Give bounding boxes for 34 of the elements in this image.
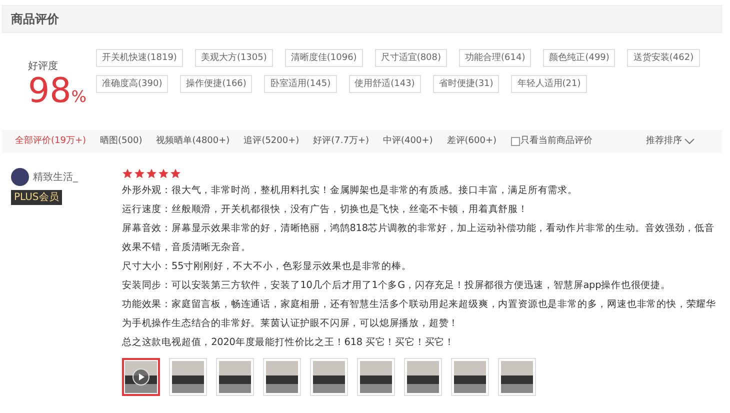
- tag-chip[interactable]: 年轻人适用(21): [511, 75, 587, 93]
- tag-chip[interactable]: 美观大方(1305): [194, 49, 273, 67]
- tag-chip[interactable]: 操作便捷(166): [180, 75, 252, 93]
- tag-chip[interactable]: 尺寸适宜(808): [374, 49, 448, 67]
- review-text: 功能效果：家庭留言板，畅连通话，家庭相册，还有智慧生活多个联动用起来超级爽，内置资源也是非常的多，网速也非常的快，荣耀华为手机操作生态结合的非常好。莱茵认证护眼不闪屏，可以熄屏播放，超赞！: [122, 298, 718, 331]
- checkbox-label[interactable]: 只看当前商品评价: [520, 134, 593, 148]
- review-text: 外形外观：很大气，非常时尚，整机用料扎实！金属脚架也是非常的有质感。接口丰富，满足所有需求。: [122, 184, 578, 198]
- member-badge: PLUS会员: [11, 190, 62, 205]
- tag-chip[interactable]: 开关机快速(1819): [96, 49, 183, 67]
- section-title: 商品评价: [11, 11, 59, 28]
- tag-chip[interactable]: 卧室适用(145): [264, 75, 337, 93]
- tag-chip[interactable]: 省时便捷(31): [432, 75, 500, 93]
- filter-tab[interactable]: 好评(7.7万+): [313, 134, 370, 148]
- filter-tab[interactable]: 差评(600+): [446, 134, 497, 148]
- tag-chip[interactable]: 功能合理(614): [459, 49, 532, 67]
- tag-chip[interactable]: 清晰度佳(1096): [284, 49, 363, 67]
- tag-chip[interactable]: 送货安装(462): [627, 49, 700, 67]
- rating-label: 好评度: [28, 60, 59, 74]
- sort-dropdown[interactable]: 推荐排序: [646, 134, 682, 148]
- tag-chip[interactable]: 准确度高(390): [96, 75, 168, 93]
- filter-tab[interactable]: 追评(5200+): [244, 134, 300, 148]
- filter-tab[interactable]: 晒图(500): [100, 134, 142, 148]
- review-text: 安装同步：可以安装第三方软件，安装了10几个后才用了1个多G，闪存充足！投屏都很方便迅速，智慧屏app操作也很便捷。: [122, 279, 672, 293]
- review-text: 尺寸大小：55寸刚刚好，不大不小，色彩显示效果也是非常的棒。: [122, 260, 412, 274]
- filter-tab[interactable]: 全部评价(19万+): [15, 134, 86, 148]
- user-name: 精致生活_: [33, 170, 78, 184]
- review-text: 总之这款电视超值，2020年度最能打性价比之王！618 买它！买它！买它！: [122, 336, 456, 350]
- review-text: 运行速度：丝般顺滑，开关机都很快，没有广告，切换也是飞快，丝毫不卡顿，用着真舒服！: [122, 203, 529, 217]
- rating-value: 98%: [28, 74, 86, 109]
- filter-tab[interactable]: 视频晒单(4800+): [156, 134, 230, 148]
- tag-chip[interactable]: 颜色纯正(499): [543, 49, 616, 67]
- review-text: 屏幕音效：屏幕显示效果非常的好，清晰艳丽，鸿鹄818芯片调教的非常好，加上运动补偿功能，看动作片非常的生动。音效强劲，低音效果不错，音质清晰无杂音。: [122, 222, 716, 255]
- tag-chip[interactable]: 使用舒适(143): [348, 75, 421, 93]
- filter-tab[interactable]: 中评(400+): [383, 134, 433, 148]
